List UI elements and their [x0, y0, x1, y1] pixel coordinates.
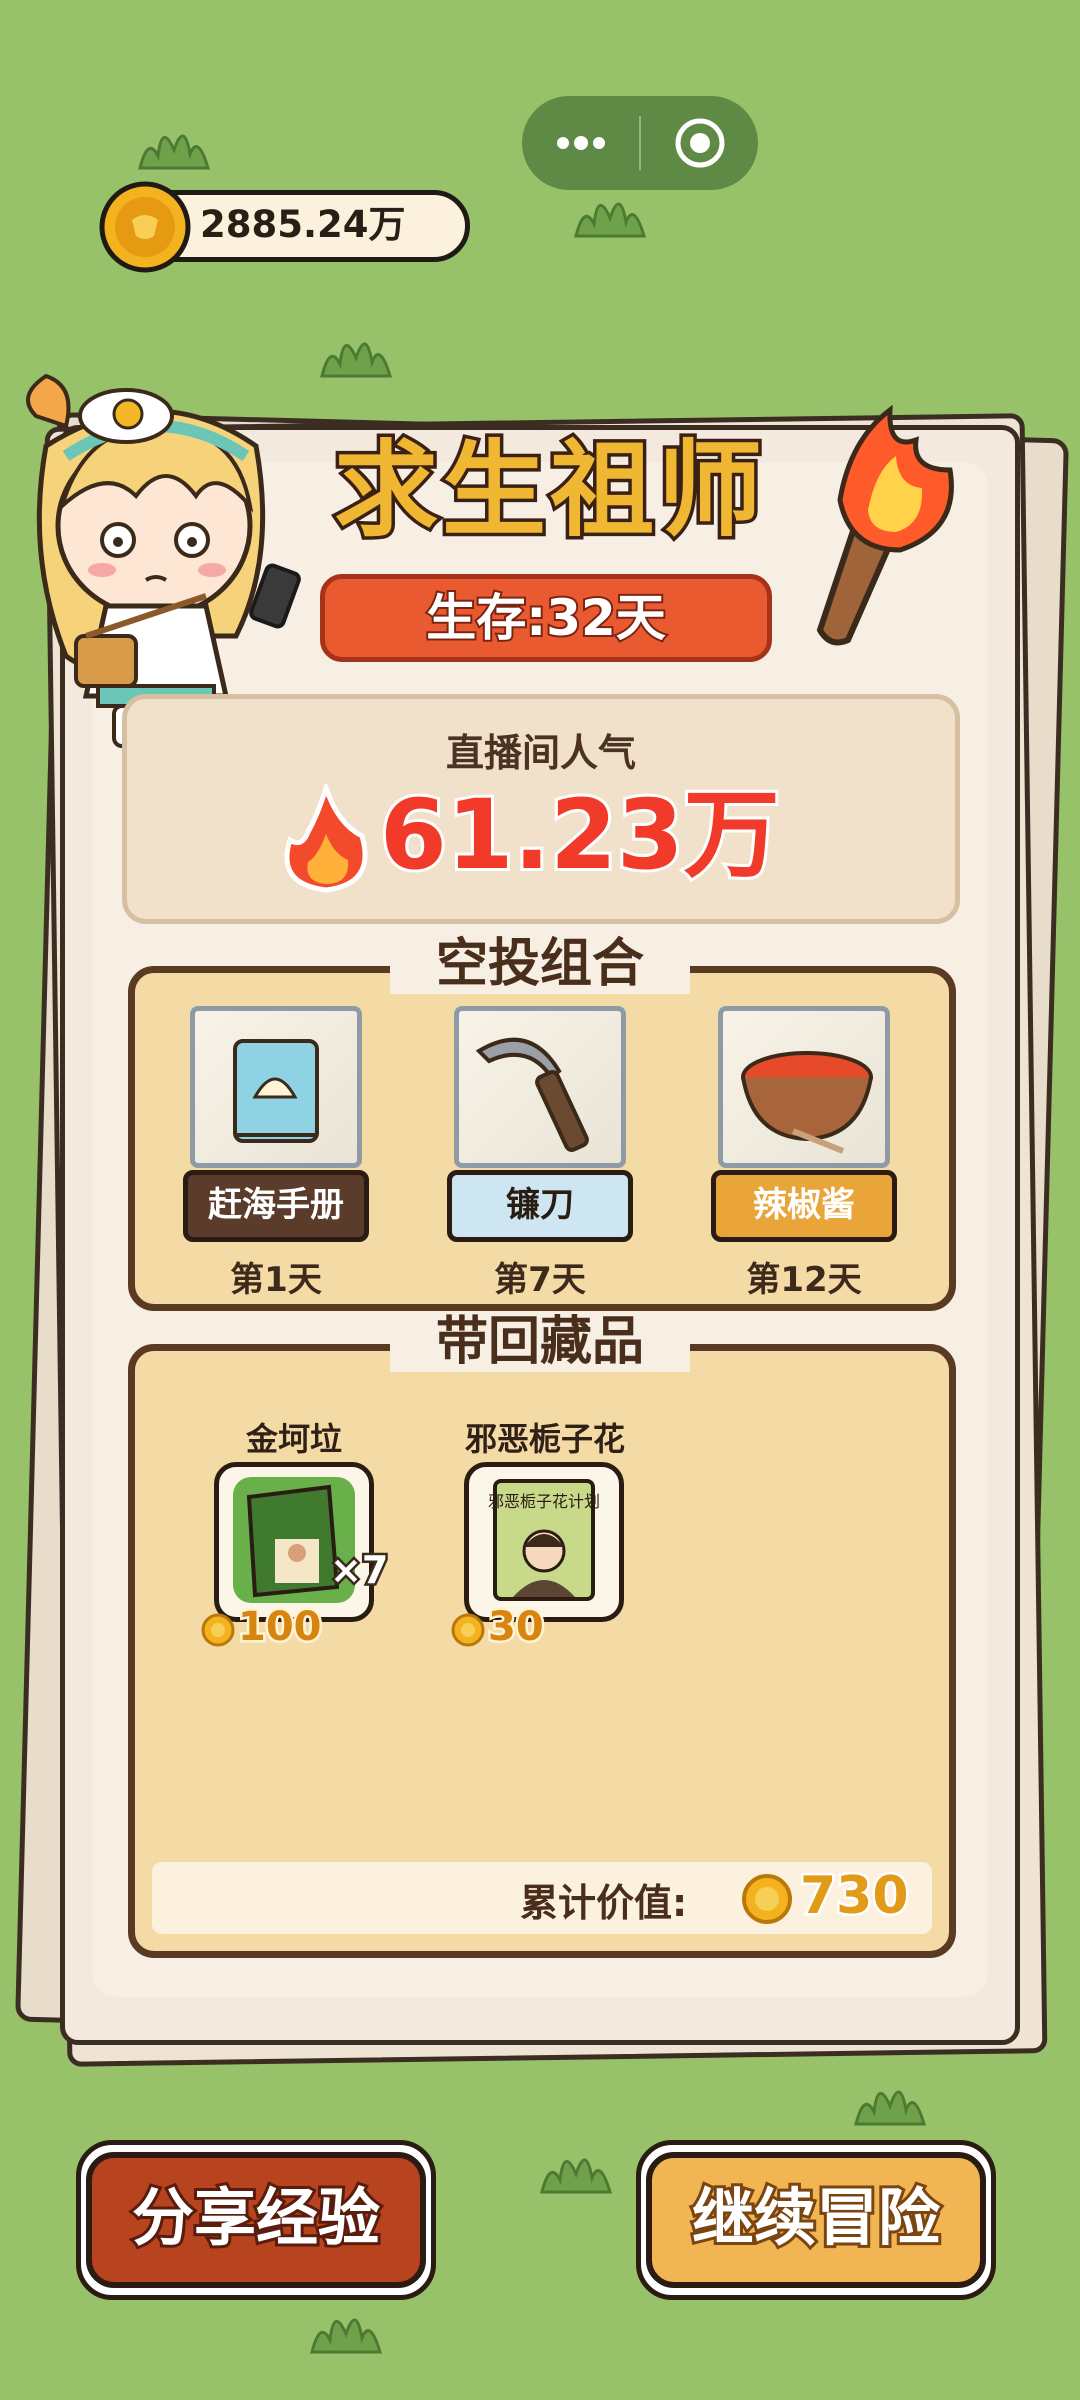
- collection-item-card[interactable]: [214, 1462, 374, 1622]
- coin-balance-value: 2885.24万: [200, 203, 406, 246]
- airdrop-item-card[interactable]: [454, 1006, 626, 1168]
- book-portrait-icon: 邪恶栀子花计划: [488, 1479, 600, 1601]
- torch-icon: [816, 404, 954, 646]
- popularity-value: 61.23万: [377, 777, 783, 893]
- collection-item-price: 100: [236, 1602, 324, 1653]
- more-dots-icon: [556, 136, 605, 150]
- miniprogram-capsule: [522, 96, 758, 190]
- airdrop-item-day: 第1天: [230, 1260, 322, 1300]
- close-miniprogram-button[interactable]: [641, 96, 758, 190]
- sickle-icon: [475, 1037, 589, 1152]
- grass-tuft-icon: [138, 134, 211, 170]
- grass-tuft-icon: [854, 2090, 927, 2126]
- airdrop-item-card[interactable]: [190, 1006, 362, 1168]
- survival-days-badge: 生存:32天: [320, 574, 772, 662]
- grass-tuft-icon: [310, 2318, 383, 2354]
- collection-item-price: 30: [486, 1602, 547, 1653]
- collection-title: 带回藏品: [390, 1311, 690, 1374]
- grass-tuft-icon: [320, 342, 393, 378]
- airdrop-item-card[interactable]: [718, 1006, 890, 1168]
- collection-item-name: 金坷垃: [245, 1420, 342, 1458]
- gold-coin-icon: [742, 1874, 792, 1924]
- chili-sauce-bowl-icon: [741, 1051, 873, 1154]
- airdrop-item-name: 赶海手册: [183, 1170, 369, 1242]
- popularity-label: 直播间人气: [445, 731, 636, 775]
- airdrop-item-day: 第12天: [746, 1260, 862, 1300]
- airdrop-item-name: 镰刀: [447, 1170, 633, 1242]
- panel-title: 求生祖师: [330, 426, 766, 555]
- collection-item-card[interactable]: 邪恶栀子花计划: [464, 1462, 624, 1622]
- book-shell-icon: [233, 1039, 319, 1143]
- total-value-label: 累计价值:: [520, 1881, 688, 1925]
- book-cover-text: 邪恶栀子花计划: [488, 1492, 600, 1511]
- collection-item-name: 邪恶栀子花: [464, 1420, 625, 1458]
- target-close-icon: [675, 118, 724, 168]
- grass-tuft-icon: [574, 202, 647, 238]
- fertilizer-bag-icon: [233, 1477, 355, 1603]
- gold-coin-icon: [99, 181, 191, 273]
- continue-adventure-button[interactable]: 继续冒险: [646, 2152, 986, 2288]
- fire-icon: [284, 784, 368, 893]
- airdrop-title: 空投组合: [390, 933, 690, 996]
- gold-coin-icon: [451, 1613, 485, 1647]
- total-value-amount: 730: [798, 1864, 912, 1929]
- collection-item-count: ×7: [327, 1546, 390, 1595]
- share-experience-button[interactable]: 分享经验: [86, 2152, 426, 2288]
- airdrop-item-name: 辣椒酱: [711, 1170, 897, 1242]
- more-menu-button[interactable]: [522, 96, 639, 190]
- airdrop-item-day: 第7天: [494, 1260, 586, 1300]
- grass-tuft-icon: [540, 2158, 613, 2194]
- gold-coin-icon: [201, 1613, 235, 1647]
